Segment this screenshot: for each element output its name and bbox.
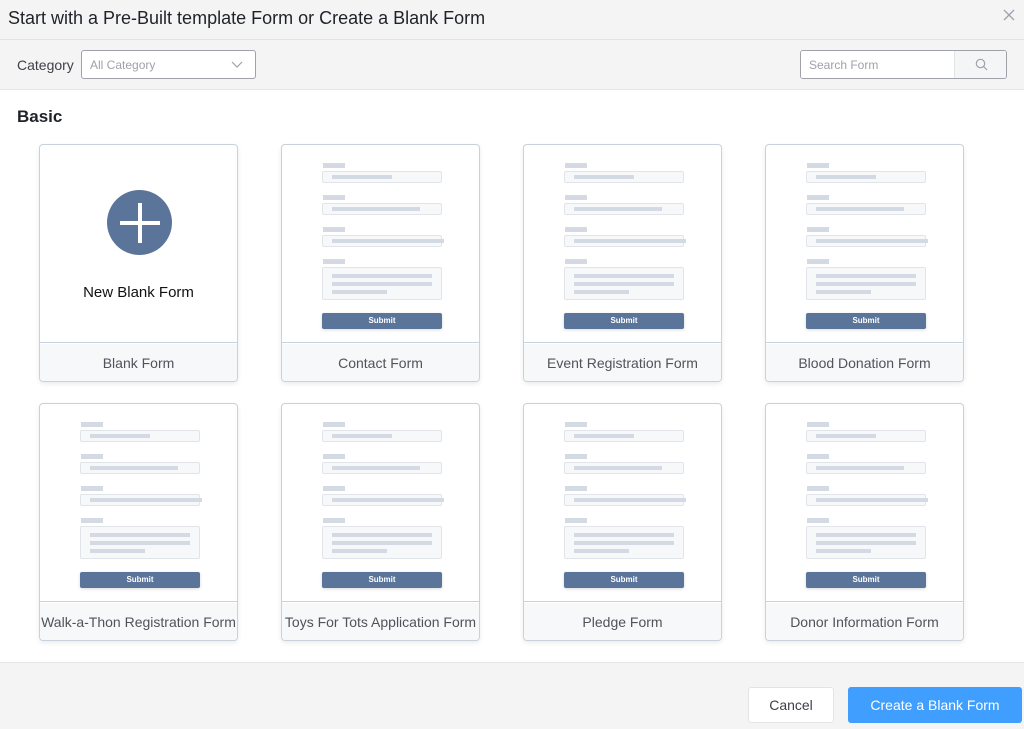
submit-button-preview: Submit	[806, 572, 926, 588]
form-preview-illustration: Submit	[806, 163, 928, 329]
search-button[interactable]	[954, 51, 1006, 78]
card-label: Contact Form	[282, 344, 479, 381]
template-card[interactable]: Submit Toys For Tots Application Form	[281, 403, 480, 641]
template-card[interactable]: Submit Blood Donation Form	[765, 144, 964, 382]
card-label: Blood Donation Form	[766, 344, 963, 381]
template-card[interactable]: Submit Pledge Form	[523, 403, 722, 641]
category-select-value: All Category	[90, 58, 156, 72]
blank-form-card[interactable]: New Blank Form Blank Form	[39, 144, 238, 382]
form-preview-illustration: Submit	[322, 163, 444, 329]
filter-bar: Category All Category	[0, 40, 1024, 90]
form-preview-illustration: Submit	[564, 422, 686, 588]
plus-circle-icon	[107, 190, 172, 255]
card-preview: Submit	[40, 404, 237, 602]
create-blank-form-button[interactable]: Create a Blank Form	[848, 687, 1022, 723]
form-preview-illustration: Submit	[80, 422, 202, 588]
form-preview-illustration: Submit	[806, 422, 928, 588]
card-preview: New Blank Form	[40, 145, 237, 343]
form-preview-illustration: Submit	[322, 422, 444, 588]
card-label: Event Registration Form	[524, 344, 721, 381]
submit-button-preview: Submit	[322, 313, 442, 329]
dialog-footer: Cancel Create a Blank Form	[0, 662, 1024, 729]
card-preview: Submit	[282, 145, 479, 343]
card-label: Toys For Tots Application Form	[282, 603, 479, 640]
card-preview: Submit	[766, 145, 963, 343]
card-label: Walk-a-Thon Registration Form	[40, 603, 237, 640]
form-preview-illustration: Submit	[564, 163, 686, 329]
category-label: Category	[17, 57, 74, 73]
card-label: Pledge Form	[524, 603, 721, 640]
card-preview: Submit	[524, 145, 721, 343]
card-label: Donor Information Form	[766, 603, 963, 640]
chevron-down-icon	[231, 61, 243, 68]
new-blank-form-heading: New Blank Form	[83, 284, 194, 301]
dialog-header: Start with a Pre-Built template Form or …	[0, 0, 1024, 40]
close-icon[interactable]	[1000, 6, 1018, 24]
card-preview: Submit	[766, 404, 963, 602]
template-card[interactable]: Submit Walk-a-Thon Registration Form	[39, 403, 238, 641]
template-card[interactable]: Submit Event Registration Form	[523, 144, 722, 382]
dialog-title: Start with a Pre-Built template Form or …	[8, 8, 486, 28]
submit-button-preview: Submit	[564, 313, 684, 329]
submit-button-preview: Submit	[564, 572, 684, 588]
section-title: Basic	[17, 107, 63, 126]
template-list: Basic New Blank Form Blank Form Submit Co…	[0, 90, 1024, 662]
template-card[interactable]: Submit Donor Information Form	[765, 403, 964, 641]
card-preview: Submit	[282, 404, 479, 602]
search-icon	[975, 58, 988, 71]
category-select[interactable]: All Category	[81, 50, 256, 79]
template-card[interactable]: Submit Contact Form	[281, 144, 480, 382]
submit-button-preview: Submit	[322, 572, 442, 588]
submit-button-preview: Submit	[80, 572, 200, 588]
search-input[interactable]	[801, 51, 954, 78]
submit-button-preview: Submit	[806, 313, 926, 329]
cancel-button[interactable]: Cancel	[748, 687, 834, 723]
search-box	[800, 50, 1007, 79]
card-preview: Submit	[524, 404, 721, 602]
card-label: Blank Form	[40, 344, 237, 381]
